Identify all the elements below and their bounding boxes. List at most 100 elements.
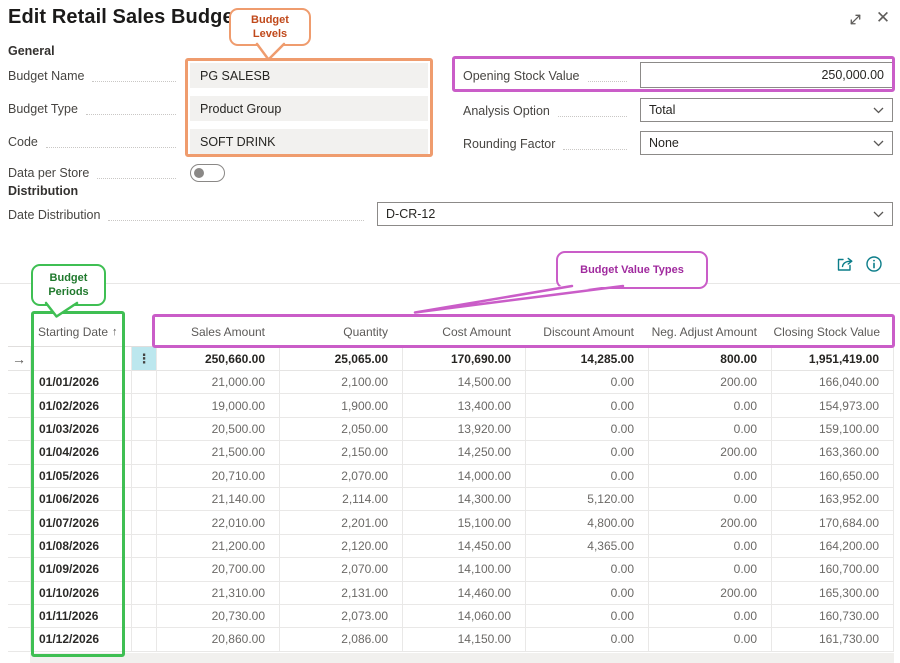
cell-sales-amount[interactable]: 21,310.00 <box>156 582 279 605</box>
row-menu-button[interactable]: ⋮ <box>131 347 156 371</box>
cell-closing-stock-value[interactable]: 164,200.00 <box>771 535 894 558</box>
row-menu-cell[interactable] <box>131 465 156 488</box>
cell-closing-stock-value[interactable]: 163,360.00 <box>771 441 894 464</box>
cell-sales-amount[interactable]: 21,500.00 <box>156 441 279 464</box>
cell-sales-amount[interactable]: 22,010.00 <box>156 511 279 534</box>
info-button[interactable] <box>864 254 884 274</box>
row-menu-cell[interactable] <box>131 582 156 605</box>
cell-cost-amount[interactable]: 14,000.00 <box>402 465 525 488</box>
cell-discount-amount[interactable]: 0.00 <box>525 465 648 488</box>
cell-neg-adjust-amount[interactable]: 0.00 <box>648 465 771 488</box>
row-menu-cell[interactable] <box>131 511 156 534</box>
column-header-closing-stock-value[interactable]: Closing Stock Value <box>771 318 894 346</box>
date-distribution-select[interactable]: D-CR-12 <box>377 202 893 226</box>
row-selector-cell[interactable] <box>8 371 30 394</box>
cell-neg-adjust-amount[interactable]: 0.00 <box>648 535 771 558</box>
column-header-quantity[interactable]: Quantity <box>279 318 402 346</box>
column-header-starting-date[interactable]: Starting Date ↑ <box>30 318 131 346</box>
cell-sales-amount[interactable]: 20,730.00 <box>156 605 279 628</box>
total-closing-stock-value[interactable]: 1,951,419.00 <box>771 347 894 371</box>
total-discount-amount[interactable]: 14,285.00 <box>525 347 648 371</box>
cell-quantity[interactable]: 1,900.00 <box>279 394 402 417</box>
column-header-cost-amount[interactable]: Cost Amount <box>402 318 525 346</box>
row-selector-cell[interactable] <box>8 394 30 417</box>
cell-neg-adjust-amount[interactable]: 200.00 <box>648 441 771 464</box>
cell-closing-stock-value[interactable]: 160,730.00 <box>771 605 894 628</box>
cell-neg-adjust-amount[interactable]: 0.00 <box>648 488 771 511</box>
cell-sales-amount[interactable]: 20,860.00 <box>156 628 279 651</box>
cell-cost-amount[interactable]: 14,500.00 <box>402 371 525 394</box>
cell-discount-amount[interactable]: 0.00 <box>525 394 648 417</box>
cell-discount-amount[interactable]: 0.00 <box>525 371 648 394</box>
cell-neg-adjust-amount[interactable]: 200.00 <box>648 371 771 394</box>
total-quantity[interactable]: 25,065.00 <box>279 347 402 371</box>
cell-closing-stock-value[interactable]: 163,952.00 <box>771 488 894 511</box>
cell-cost-amount[interactable]: 15,100.00 <box>402 511 525 534</box>
cell-closing-stock-value[interactable]: 160,650.00 <box>771 465 894 488</box>
cell-discount-amount[interactable]: 0.00 <box>525 558 648 581</box>
share-button[interactable] <box>834 254 856 274</box>
cell-starting-date[interactable]: 01/11/2026 <box>30 605 131 628</box>
cell-neg-adjust-amount[interactable]: 200.00 <box>648 511 771 534</box>
cell-neg-adjust-amount[interactable]: 0.00 <box>648 394 771 417</box>
cell-discount-amount[interactable]: 0.00 <box>525 582 648 605</box>
row-menu-cell[interactable] <box>131 394 156 417</box>
cell-cost-amount[interactable]: 14,300.00 <box>402 488 525 511</box>
cell-neg-adjust-amount[interactable]: 0.00 <box>648 418 771 441</box>
cell-closing-stock-value[interactable]: 165,300.00 <box>771 582 894 605</box>
cell-starting-date[interactable]: 01/09/2026 <box>30 558 131 581</box>
cell-starting-date[interactable]: 01/05/2026 <box>30 465 131 488</box>
row-selector-cell[interactable] <box>8 628 30 651</box>
cell-closing-stock-value[interactable]: 170,684.00 <box>771 511 894 534</box>
cell-quantity[interactable]: 2,100.00 <box>279 371 402 394</box>
cell-starting-date[interactable]: 01/01/2026 <box>30 371 131 394</box>
cell-closing-stock-value[interactable]: 159,100.00 <box>771 418 894 441</box>
cell-cost-amount[interactable]: 13,400.00 <box>402 394 525 417</box>
cell-starting-date[interactable]: 01/08/2026 <box>30 535 131 558</box>
cell-discount-amount[interactable]: 0.00 <box>525 605 648 628</box>
row-menu-cell[interactable] <box>131 488 156 511</box>
row-selector-cell[interactable] <box>8 558 30 581</box>
row-menu-cell[interactable] <box>131 605 156 628</box>
rounding-factor-select[interactable]: None <box>640 131 893 155</box>
cell-sales-amount[interactable]: 21,200.00 <box>156 535 279 558</box>
cell-neg-adjust-amount[interactable]: 200.00 <box>648 582 771 605</box>
cell-cost-amount[interactable]: 14,060.00 <box>402 605 525 628</box>
cell-cost-amount[interactable]: 14,460.00 <box>402 582 525 605</box>
cell-closing-stock-value[interactable]: 160,700.00 <box>771 558 894 581</box>
cell-cost-amount[interactable]: 14,250.00 <box>402 441 525 464</box>
cell-discount-amount[interactable]: 0.00 <box>525 418 648 441</box>
row-menu-cell[interactable] <box>131 628 156 651</box>
cell-quantity[interactable]: 2,050.00 <box>279 418 402 441</box>
row-selector-cell[interactable] <box>8 605 30 628</box>
cell-quantity[interactable]: 2,150.00 <box>279 441 402 464</box>
row-menu-cell[interactable] <box>131 371 156 394</box>
cell-sales-amount[interactable]: 21,140.00 <box>156 488 279 511</box>
row-selector-cell[interactable] <box>8 418 30 441</box>
row-menu-cell[interactable] <box>131 558 156 581</box>
cell-quantity[interactable]: 2,070.00 <box>279 465 402 488</box>
row-menu-cell[interactable] <box>131 535 156 558</box>
cell-quantity[interactable]: 2,201.00 <box>279 511 402 534</box>
cell-starting-date[interactable]: 01/02/2026 <box>30 394 131 417</box>
cell-cost-amount[interactable]: 14,450.00 <box>402 535 525 558</box>
cell-cost-amount[interactable]: 13,920.00 <box>402 418 525 441</box>
cell-starting-date[interactable]: 01/10/2026 <box>30 582 131 605</box>
cell-neg-adjust-amount[interactable]: 0.00 <box>648 558 771 581</box>
cell-discount-amount[interactable]: 5,120.00 <box>525 488 648 511</box>
analysis-option-select[interactable]: Total <box>640 98 893 122</box>
cell-cost-amount[interactable]: 14,100.00 <box>402 558 525 581</box>
cell-sales-amount[interactable]: 20,710.00 <box>156 465 279 488</box>
cell-neg-adjust-amount[interactable]: 0.00 <box>648 605 771 628</box>
cell-quantity[interactable]: 2,070.00 <box>279 558 402 581</box>
cell-cost-amount[interactable]: 14,150.00 <box>402 628 525 651</box>
totals-starting-date-cell[interactable] <box>30 347 131 371</box>
cell-quantity[interactable]: 2,073.00 <box>279 605 402 628</box>
cell-starting-date[interactable]: 01/06/2026 <box>30 488 131 511</box>
cell-discount-amount[interactable]: 0.00 <box>525 441 648 464</box>
total-cost-amount[interactable]: 170,690.00 <box>402 347 525 371</box>
total-sales-amount[interactable]: 250,660.00 <box>156 347 279 371</box>
row-selector-cell[interactable] <box>8 441 30 464</box>
cell-sales-amount[interactable]: 20,700.00 <box>156 558 279 581</box>
cell-closing-stock-value[interactable]: 161,730.00 <box>771 628 894 651</box>
